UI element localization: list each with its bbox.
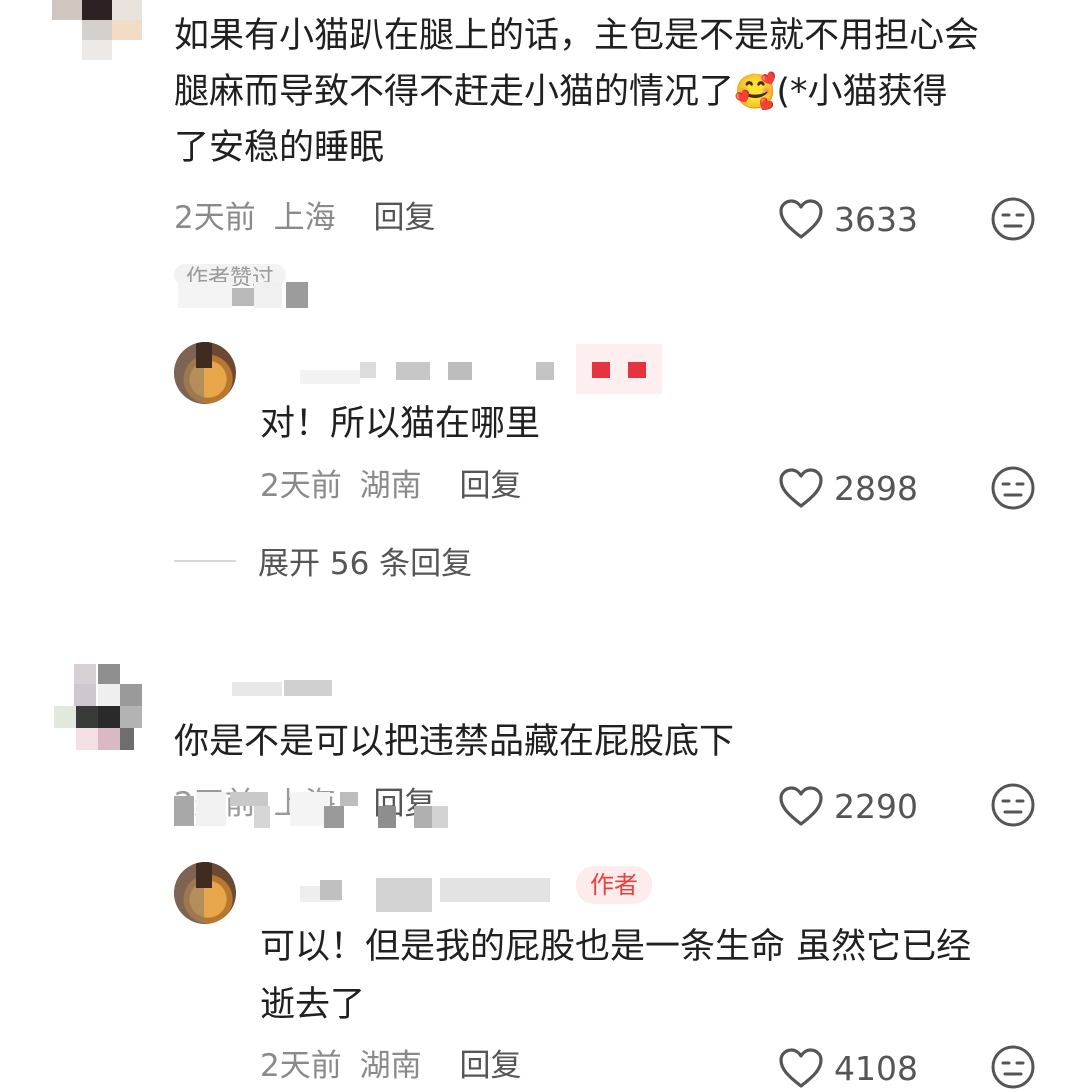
comment-meta: 2天前 上海 回复 [174, 198, 435, 238]
expand-replies-button[interactable]: 展开 56 条回复 [174, 538, 472, 583]
heart-outline-icon [779, 468, 823, 508]
reply-time: 2天前 [260, 468, 342, 504]
comment-text-line: 了安稳的睡眠 [174, 128, 385, 168]
author-badge: 作者 [576, 866, 652, 904]
avatar[interactable] [52, 0, 142, 60]
reply-location: 湖南 [359, 1048, 422, 1084]
reply-time: 2天前 [260, 1048, 342, 1084]
like-count: 4108 [834, 1048, 918, 1088]
neutral-face-icon[interactable] [990, 1044, 1036, 1090]
avatar[interactable] [174, 862, 236, 924]
like-count: 2290 [834, 786, 918, 826]
comment-time: 2天前 [174, 200, 256, 236]
neutral-face-icon[interactable] [990, 465, 1036, 511]
like-button[interactable]: 2290 [778, 784, 918, 828]
reply-meta: 2天前 湖南 回复 [260, 466, 521, 506]
reply-location: 湖南 [359, 468, 422, 504]
like-button[interactable]: 2898 [778, 466, 918, 510]
heart-outline-icon [779, 199, 823, 239]
heart-outline-icon [779, 786, 823, 826]
reply-button[interactable]: 回复 [373, 200, 435, 236]
avatar[interactable] [174, 342, 236, 404]
smiling-hearts-emoji: 🥰 [734, 72, 777, 112]
reply-meta: 2天前 湖南 回复 [260, 1046, 521, 1086]
heart-outline-icon [779, 1048, 823, 1088]
reply-text: 可以！但是我的屁股也是一条生命 虽然它已经 逝去了 [260, 918, 971, 1034]
reply-button[interactable]: 回复 [459, 1048, 521, 1084]
like-count: 3633 [834, 199, 918, 239]
reply-text: 对！所以猫在哪里 [260, 404, 541, 444]
comment-text-line: 如果有小猫趴在腿上的话，主包是不是就不用担心会 [174, 16, 980, 56]
comment-location: 上海 [273, 200, 336, 236]
neutral-face-icon[interactable] [990, 782, 1036, 828]
avatar[interactable] [54, 664, 144, 754]
reply-text-line: 可以！但是我的屁股也是一条生命 虽然它已经 [260, 927, 972, 967]
comment-text: 你是不是可以把违禁品藏在屁股底下 [174, 722, 735, 762]
divider [174, 559, 236, 562]
comment-text-line: 腿麻而导致不得不赶走小猫的情况了🥰(*小猫获得 [174, 72, 948, 112]
neutral-face-icon[interactable] [990, 196, 1036, 242]
like-button[interactable]: 3633 [778, 197, 918, 241]
expand-replies-label: 展开 56 条回复 [258, 546, 473, 582]
reply-button[interactable]: 回复 [459, 468, 521, 504]
like-button[interactable]: 4108 [778, 1046, 918, 1090]
comment-text: 如果有小猫趴在腿上的话，主包是不是就不用担心会 腿麻而导致不得不赶走小猫的情况了… [174, 8, 979, 176]
like-count: 2898 [834, 468, 918, 508]
reply-text-line: 逝去了 [260, 985, 366, 1025]
